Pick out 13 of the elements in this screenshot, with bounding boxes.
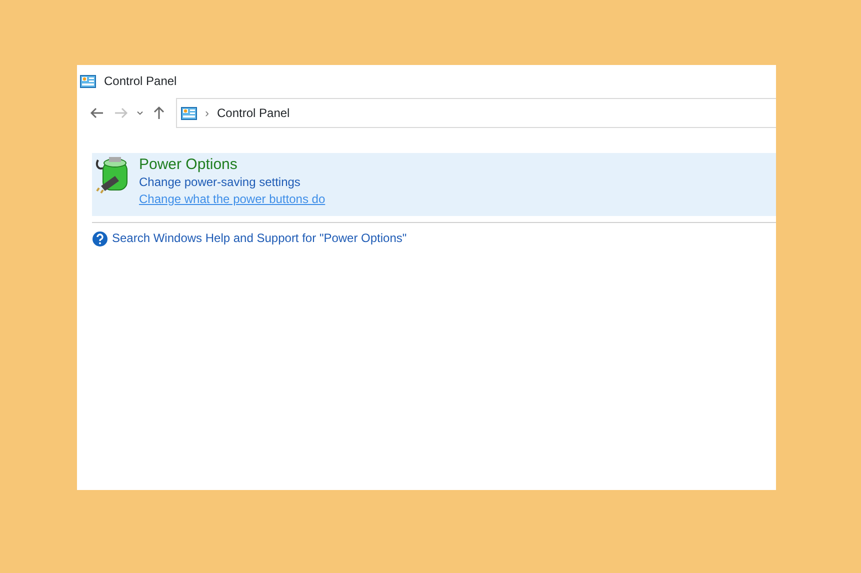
address-bar[interactable]: › Control Panel	[176, 98, 776, 128]
task-link[interactable]: Change power-saving settings	[139, 174, 300, 191]
forward-arrow-icon	[113, 105, 129, 121]
up-arrow-icon	[151, 105, 167, 121]
window-title: Control Panel	[104, 73, 177, 90]
back-arrow-icon	[89, 105, 105, 121]
section-title: Power Options	[139, 156, 238, 174]
breadcrumb-item[interactable]: Control Panel	[217, 104, 290, 122]
breadcrumb-separator[interactable]: ›	[205, 104, 209, 122]
control-panel-icon	[181, 106, 197, 120]
control-panel-icon	[80, 74, 96, 88]
help-icon	[92, 230, 108, 246]
help-link[interactable]: Search Windows Help and Support for "Power Options"	[112, 230, 407, 247]
